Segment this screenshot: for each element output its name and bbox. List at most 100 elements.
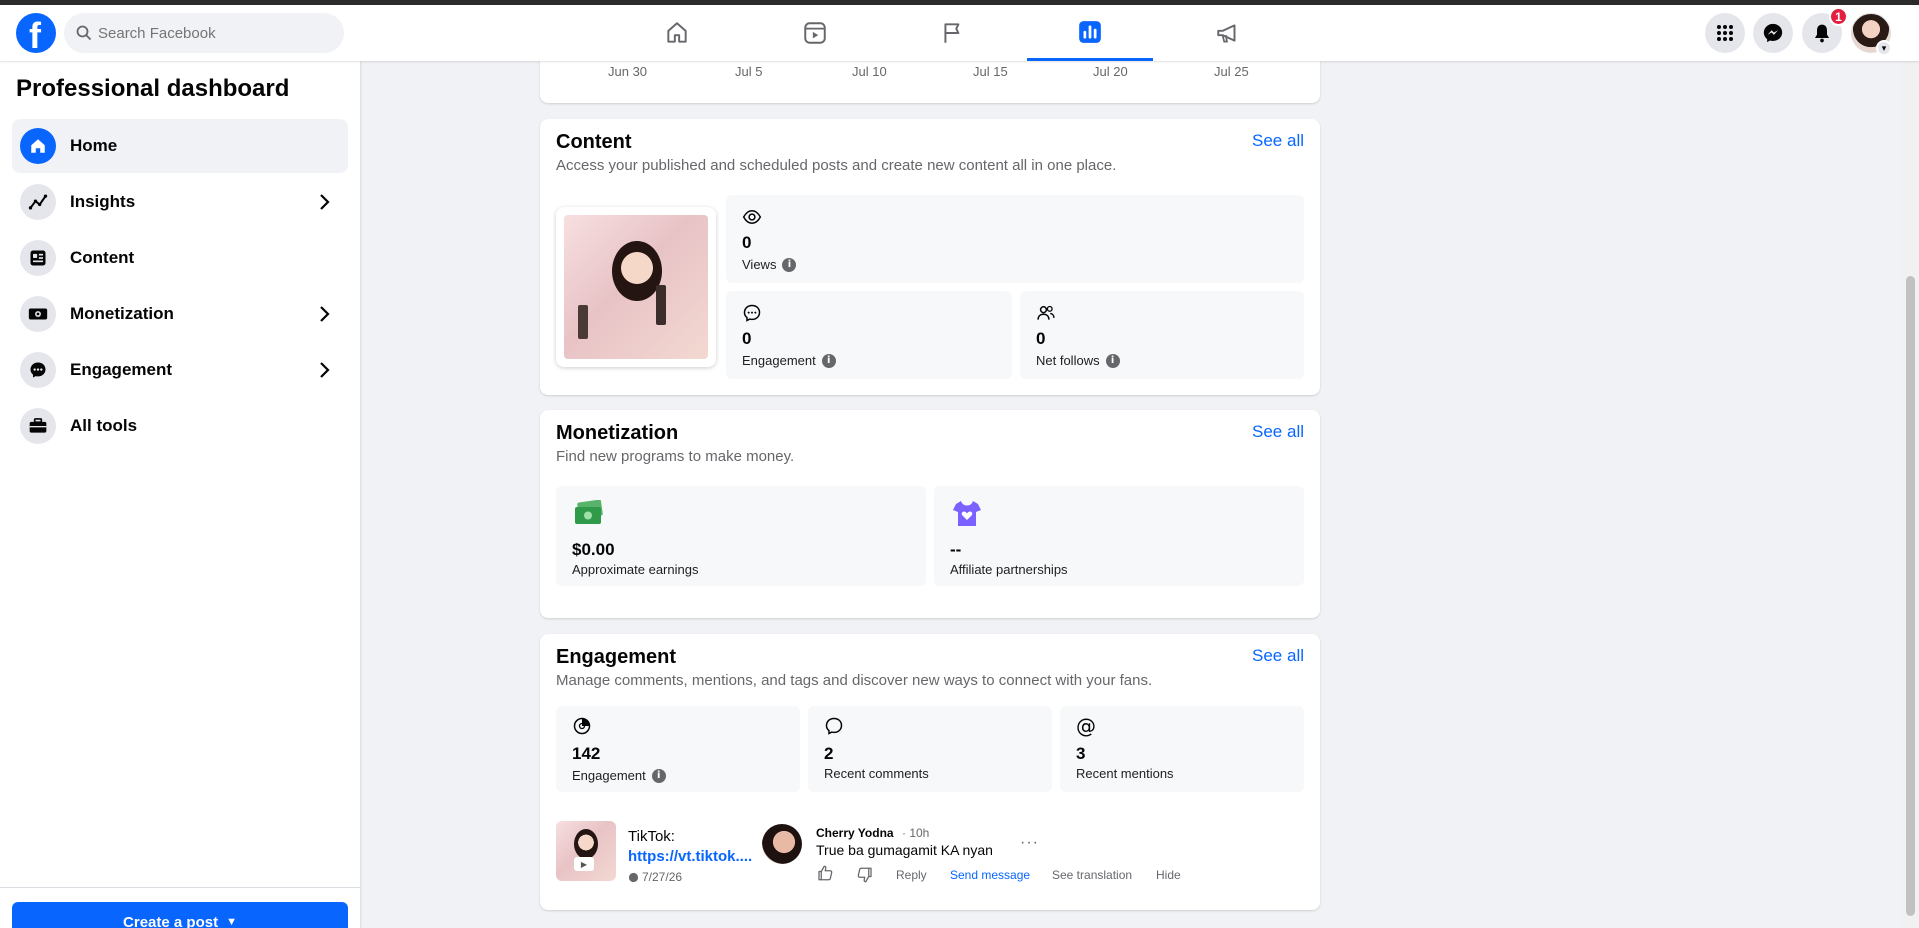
sidebar-item-content[interactable]: Content [12,231,348,285]
flag-icon [944,23,960,43]
chevron-right-icon [320,362,330,378]
net-follows-label: Net follows i [1036,353,1120,368]
affiliate-tile[interactable]: -- Affiliate partnerships [934,486,1304,586]
sidebar-item-label: Monetization [70,304,174,323]
thumbs-up-icon[interactable] [816,864,834,882]
engagement-subtitle: Manage comments, mentions, and tags and … [556,672,1153,689]
net-follows-metric-tile[interactable]: 0 Net follows i [1020,291,1304,379]
content-see-all-link[interactable]: See all [1252,131,1304,151]
post-image-bottle [656,285,666,325]
content-card: Content Access your published and schedu… [540,119,1320,395]
megaphone-icon [1217,24,1236,43]
comment-time: · 10h [902,826,930,840]
sidebar-item-all-tools[interactable]: All tools [12,399,348,453]
content-subtitle: Access your published and scheduled post… [556,157,1117,174]
comment-text: True ba gumagamit KA nyan [816,842,993,858]
engagement-card: Engagement Manage comments, mentions, an… [540,634,1320,910]
sidebar-item-label: Engagement [70,360,173,379]
post-title: TikTok: [628,828,675,845]
search-input[interactable] [98,13,328,53]
post-date: 7/27/26 [628,870,682,884]
sidebar-item-label: Home [70,136,118,155]
sidebar-item-insights[interactable]: Insights [12,175,348,229]
reply-button[interactable]: Reply [896,868,927,882]
views-value: 0 [742,233,752,252]
engagement-total-label-text: Engagement [572,768,646,783]
engagement-see-all-link[interactable]: See all [1252,646,1304,666]
page-scrollbar-track[interactable] [1902,61,1919,928]
content-icon [20,240,56,276]
x-axis-tick: Jul 10 [852,64,887,79]
content-post-thumbnail[interactable] [556,207,716,367]
nav-tab-professional-dashboard[interactable] [1027,5,1153,61]
dashboard-chart-icon [1079,20,1101,43]
info-icon[interactable]: i [1105,353,1120,368]
monetization-see-all-link[interactable]: See all [1252,422,1304,442]
info-icon[interactable]: i [821,353,836,368]
affiliate-value: -- [950,540,962,559]
overview-chart-card: Jun 30 Jul 5 Jul 10 Jul 15 Jul 20 Jul 25 [540,56,1320,103]
messenger-icon [1763,23,1783,43]
recent-comments-tile[interactable]: 2 Recent comments [808,706,1052,792]
hide-button[interactable]: Hide [1156,868,1181,882]
engagement-label: Engagement i [742,353,836,368]
earnings-tile[interactable]: $0.00 Approximate earnings [556,486,926,586]
page-scrollbar-thumb[interactable] [1906,276,1915,916]
info-icon[interactable]: i [782,257,797,272]
post-date-text: 7/27/26 [642,870,683,884]
recent-mentions-tile[interactable]: @ 3 Recent mentions [1060,706,1304,792]
sidebar-item-home[interactable]: Home [12,119,348,173]
create-post-button[interactable]: Create a post ▼ [12,902,348,928]
eye-icon [742,209,762,225]
more-options-icon[interactable]: ··· [1020,834,1039,852]
engagement-pulse-icon [573,717,591,735]
menu-button[interactable] [1705,13,1745,53]
send-message-button[interactable]: Send message [950,868,1030,882]
comment-bubble-icon [743,304,761,322]
people-icon [1037,305,1055,320]
sidebar-item-monetization[interactable]: Monetization [12,287,348,341]
x-axis-tick: Jul 15 [973,64,1008,79]
create-post-label: Create a post [123,913,219,928]
views-metric-tile[interactable]: 0 Views i [726,195,1304,283]
engagement-icon [20,352,56,388]
sidebar: Professional dashboard Home Insights Con… [0,61,360,928]
recent-comments-value: 2 [824,744,834,763]
post-image [564,215,708,359]
post-thumbnail[interactable]: ▶ [556,821,616,881]
bell-icon [1814,24,1830,43]
insights-icon [20,184,56,220]
engagement-metric-tile[interactable]: 0 Engagement i [726,291,1012,379]
nav-tab-pages[interactable] [890,5,1016,61]
nav-tab-ads[interactable] [1165,5,1291,61]
engagement-total-tile[interactable]: 142 Engagement i [556,706,800,792]
facebook-logo-icon[interactable]: f [16,13,56,56]
thumbs-down-icon[interactable] [856,866,874,884]
messenger-button[interactable] [1753,13,1793,53]
commenter-avatar[interactable] [762,824,802,864]
post-image-person [612,241,662,301]
nav-tab-reels[interactable] [752,5,878,61]
comment-author[interactable]: Cherry Yodna [816,826,894,840]
net-follows-value: 0 [1036,329,1046,348]
chevron-right-icon [320,306,330,322]
grid-menu-icon [1717,25,1733,41]
post-thumbnail-person [574,829,598,859]
x-axis-tick: Jul 20 [1093,64,1128,79]
see-translation-button[interactable]: See translation [1052,868,1132,882]
post-link[interactable]: https://vt.tiktok.... [628,848,752,865]
notifications-button[interactable]: 1 [1802,7,1848,53]
sidebar-item-label: Content [70,248,135,267]
info-icon[interactable]: i [651,768,666,783]
post-image-bottle [578,305,588,339]
engagement-total-label: Engagement i [572,768,666,783]
sidebar-item-label: All tools [70,416,138,435]
chevron-right-icon [320,194,330,210]
sidebar-item-engagement[interactable]: Engagement [12,343,348,397]
engagement-label-text: Engagement [742,353,816,368]
search-box[interactable] [64,13,344,53]
x-axis-tick: Jun 30 [608,64,648,79]
x-axis-tick: Jul 25 [1214,64,1249,79]
chevron-down-icon[interactable]: ▾ [1876,40,1892,56]
nav-tab-home[interactable] [614,5,740,61]
